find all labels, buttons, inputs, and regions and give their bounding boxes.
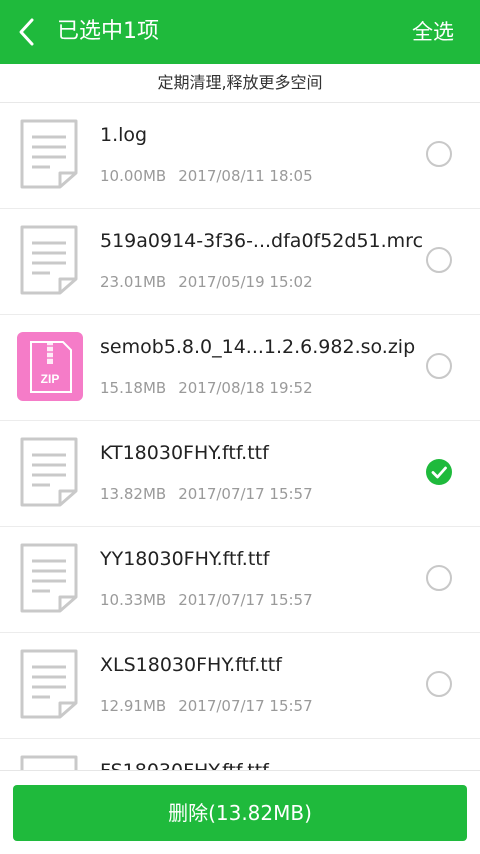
document-icon xyxy=(20,755,78,770)
bottom-action-bar: 删除(13.82MB) xyxy=(0,770,480,854)
file-date: 2017/05/19 15:02 xyxy=(178,273,313,291)
file-meta: 13.82MB 2017/07/17 15:57 xyxy=(100,483,313,505)
document-icon xyxy=(20,225,78,295)
file-list[interactable]: 1.log 10.00MB 2017/08/11 18:05 519a0914-3… xyxy=(0,103,480,770)
file-row[interactable]: KT18030FHY.ftf.ttf 13.82MB 2017/07/17 15:… xyxy=(0,421,480,527)
file-row[interactable]: XLS18030FHY.ftf.ttf 12.91MB 2017/07/17 15… xyxy=(0,633,480,739)
file-name: YY18030FHY.ftf.ttf xyxy=(100,548,270,570)
file-name: 1.log xyxy=(100,124,148,146)
document-icon xyxy=(20,119,78,189)
file-meta: 12.91MB 2017/07/17 15:57 xyxy=(100,695,313,717)
document-icon xyxy=(20,543,78,613)
select-radio[interactable] xyxy=(426,353,452,379)
top-app-bar: 已选中1项 全选 xyxy=(0,0,480,64)
file-row[interactable]: 1.log 10.00MB 2017/08/11 18:05 xyxy=(0,103,480,209)
select-all-button[interactable]: 全选 xyxy=(412,17,454,47)
page-title: 已选中1项 xyxy=(57,19,159,44)
document-icon xyxy=(20,437,78,507)
file-date: 2017/08/11 18:05 xyxy=(178,167,313,185)
file-size: 12.91MB xyxy=(100,697,167,715)
file-date: 2017/07/17 15:57 xyxy=(178,485,313,503)
file-meta: 15.18MB 2017/08/18 19:52 xyxy=(100,377,313,399)
file-size: 10.00MB xyxy=(100,167,167,185)
file-row[interactable]: YY18030FHY.ftf.ttf 10.33MB 2017/07/17 15:… xyxy=(0,527,480,633)
file-row[interactable]: 519a0914-3f36-...dfa0f52d51.mrc 23.01MB 2… xyxy=(0,209,480,315)
file-meta: 23.01MB 2017/05/19 15:02 xyxy=(100,271,313,293)
select-radio[interactable] xyxy=(426,141,452,167)
back-button[interactable] xyxy=(10,14,46,50)
zip-label: ZIP xyxy=(41,372,60,386)
delete-button[interactable]: 删除(13.82MB) xyxy=(13,785,467,841)
file-name: KT18030FHY.ftf.ttf xyxy=(100,442,269,464)
file-size: 13.82MB xyxy=(100,485,167,503)
file-name: 519a0914-3f36-...dfa0f52d51.mrc xyxy=(100,230,424,252)
select-radio-checked[interactable] xyxy=(426,459,452,485)
select-radio[interactable] xyxy=(426,565,452,591)
file-name: FS18030FHY.ftf.ttf xyxy=(100,757,269,770)
select-radio[interactable] xyxy=(426,671,452,697)
chevron-left-icon xyxy=(19,18,34,46)
file-name: semob5.8.0_14...1.2.6.982.so.zip xyxy=(100,336,416,358)
document-icon xyxy=(20,649,78,719)
file-meta: 10.33MB 2017/07/17 15:57 xyxy=(100,589,313,611)
file-row[interactable]: FS18030FHY.ftf.ttf xyxy=(0,739,480,770)
zip-archive-icon: ZIP xyxy=(17,332,83,401)
file-date: 2017/07/17 15:57 xyxy=(178,697,313,715)
file-date: 2017/07/17 15:57 xyxy=(178,591,313,609)
file-row[interactable]: ZIP semob5.8.0_14...1.2.6.982.so.zip 15.… xyxy=(0,315,480,421)
file-size: 23.01MB xyxy=(100,273,167,291)
file-name: XLS18030FHY.ftf.ttf xyxy=(100,654,282,676)
cleanup-hint: 定期清理,释放更多空间 xyxy=(0,64,480,103)
file-size: 15.18MB xyxy=(100,379,167,397)
select-radio[interactable] xyxy=(426,247,452,273)
file-size: 10.33MB xyxy=(100,591,167,609)
file-meta: 10.00MB 2017/08/11 18:05 xyxy=(100,165,313,187)
file-date: 2017/08/18 19:52 xyxy=(178,379,313,397)
checkmark-icon xyxy=(431,466,447,479)
